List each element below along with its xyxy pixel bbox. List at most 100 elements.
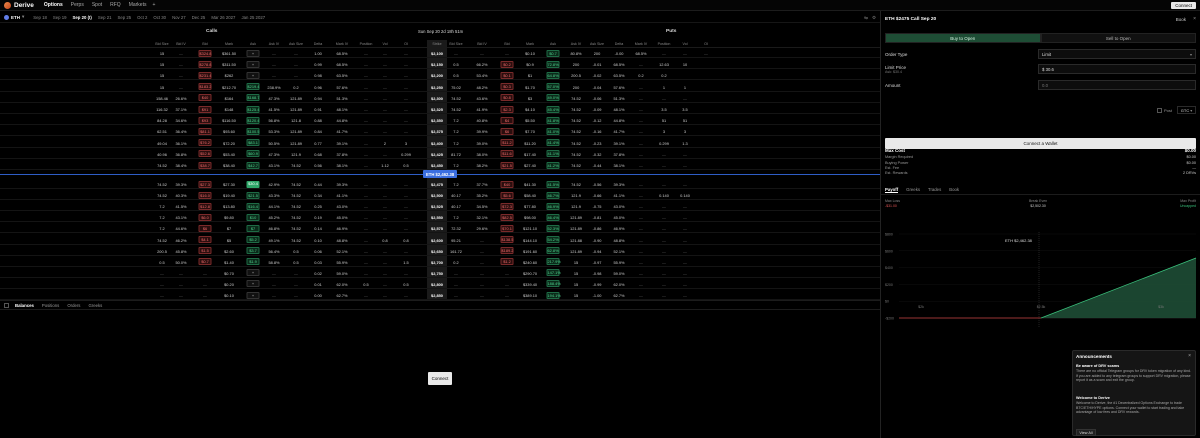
ask-cell[interactable]: $1.9 [246,258,260,266]
option-row[interactable]: 74.52 38.4% $38.7 $38.40 $42.7 43.1% 74.52 0.56… [0,160,880,170]
option-row[interactable]: 15— $183.2 $212.70 $219.4 238.9% 0.2 0.96 57.6%… [0,82,880,92]
option-row[interactable]: — — — $0.20 + — —0.01 62.0% 0.5—0.5 $2,800— — — $339… [0,279,880,289]
nav-markets[interactable]: Markets [129,2,147,8]
bid-cell[interactable]: $0.1 [500,71,514,79]
option-row[interactable]: 74.52 39.3% $27.3 $27.30 $30.4 42.9% 74.52 0.44… [0,179,880,189]
bid-cell[interactable]: $5.6 [500,191,514,199]
ask-cell[interactable]: $125.4 [246,105,260,113]
ask-cell[interactable]: $10 [246,213,260,221]
bid-cell[interactable]: $0.3 [500,83,514,91]
ask-cell[interactable]: $21.5 [246,191,260,199]
column-header[interactable]: Bid [192,42,218,46]
asset-selector[interactable]: ETH ▾ [4,14,24,20]
ask-cell[interactable]: $42.7 [246,161,260,169]
bid-cell[interactable]: $70.1 [500,224,514,232]
ask-cell[interactable]: 45.4% [546,105,560,113]
bid-cell[interactable]: $81.1 [198,127,212,135]
option-row[interactable]: — — — $0.10 + — —0.00 62.7% — — — $2,850— — — $389.10 1… [0,290,880,300]
option-row[interactable]: 49.04 36.1% $76.2 $72.20 $83.1 50.5% 121.89 0.7… [0,138,880,148]
swap-icon[interactable]: ⇆ [864,15,868,21]
tab-trades[interactable]: Trades [928,187,941,192]
ask-cell[interactable]: 147.1% [546,269,561,277]
ask-cell[interactable]: + [246,60,260,68]
nav-options[interactable]: Options [44,2,63,8]
bid-cell[interactable]: $2.3 [500,105,514,113]
bid-cell[interactable]: $72.3 [500,202,514,210]
bid-cell[interactable]: $231.4 [198,71,212,79]
connect-button[interactable]: Connect [1171,2,1196,9]
nav-spot[interactable]: Spot [92,2,102,8]
nav-perps[interactable]: Perps [71,2,84,8]
ask-cell[interactable]: 57.0% [546,83,560,91]
bid-cell[interactable]: $40 [198,94,212,102]
settings-icon[interactable]: ⚙ [872,15,876,21]
book-toggle[interactable]: Book [1176,17,1186,22]
expiry-date-tab[interactable]: Sep 20 (t) [73,15,92,20]
ask-cell[interactable]: 41.1% [546,150,560,158]
ask-cell[interactable]: 46.7% [546,191,560,199]
ask-cell[interactable]: 41.5% [546,180,560,188]
option-row[interactable]: 74.52 40.3% $16.0 $19.40 $21.5 43.3% 74.52 0.34… [0,190,880,201]
bid-cell[interactable]: $138.5 [500,236,514,243]
bid-cell[interactable]: $1.2 [500,258,514,266]
ask-cell[interactable]: 194.1% [546,291,561,299]
ask-cell[interactable]: 46.9% [546,202,560,210]
ask-cell[interactable]: 62.8% [546,247,560,255]
bid-cell[interactable]: $4 [500,116,514,124]
option-row[interactable]: 15— $231.4 $262 + — —0.98 63.5% — — — $2,200 0.5 53.… [0,70,880,81]
time-in-force-select[interactable]: GTC ▾ [1177,106,1196,114]
ask-cell[interactable]: 46.4% [546,213,560,221]
expiry-date-tab[interactable]: Oct 2 [137,15,147,20]
ask-cell[interactable]: $219.4 [246,83,260,91]
ask-cell[interactable]: 64.8% [546,71,560,79]
post-only-toggle[interactable]: Post [1157,108,1172,113]
bid-cell[interactable]: $82.5 [500,213,514,221]
ask-cell[interactable]: 72.8% [546,60,560,68]
ask-cell[interactable]: 41.4% [546,139,560,147]
ask-cell[interactable]: 41.2% [546,161,560,169]
close-icon[interactable]: × [1193,16,1196,22]
ask-cell[interactable]: 41.8% [546,116,560,124]
column-header[interactable]: Mark [216,42,242,46]
ask-cell[interactable]: $5.2 [246,236,260,243]
option-row[interactable]: 116.32 37.1% $91 $148 $125.4 41.5% 121.89 0.91 4… [0,104,880,114]
option-row[interactable]: 15— $278.8 $311.50 + — —0.99 68.5% — — — $2,150 0.5… [0,59,880,70]
bid-cell[interactable]: — [192,282,218,287]
option-row[interactable]: 158.46 26.6% $40 $164 $168.7 47.3% 121.89 0.94 5… [0,93,880,103]
bid-cell[interactable]: $4.1 [198,236,212,243]
sell-to-open-button[interactable]: Sell to Open [1040,33,1196,43]
bid-cell[interactable]: $12.8 [198,202,212,210]
ask-cell[interactable]: + [246,49,260,57]
ask-cell[interactable]: $83.1 [246,139,260,147]
buy-to-open-button[interactable]: Buy to Open [885,33,1041,43]
column-header[interactable]: OI [693,42,719,46]
ask-cell[interactable]: 52.3% [546,224,560,232]
ask-cell[interactable]: $0.7 [546,49,560,57]
option-row[interactable]: 40.96 36.8% $52.6 $53.40 $60.9 47.3% 121.9 0.68… [0,149,880,159]
option-row[interactable]: 74.52 46.2% $4.1 $5 $5.2 49.1% 74.52 0.10 48.8% —… [0,235,880,245]
column-header[interactable]: Bid Size [443,42,469,46]
ask-cell[interactable]: $16.4 [246,202,260,210]
bid-cell[interactable]: $16.0 [198,191,212,199]
bid-cell[interactable]: — [192,293,218,298]
column-header[interactable]: OI [393,42,419,46]
nav-rfq[interactable]: RFQ [110,2,121,8]
ask-cell[interactable]: $120.4 [246,116,260,124]
ask-cell[interactable]: 41.0% [546,127,560,135]
ask-cell[interactable]: 217.9% [546,258,561,266]
expiry-date-tab[interactable]: Mar 26 2027 [211,15,235,20]
bid-cell[interactable]: $0.2 [500,60,514,68]
bid-cell[interactable]: $21.5 [500,161,514,169]
tab-balances[interactable]: Balances [15,303,34,308]
bid-cell[interactable]: $11.2 [500,139,514,147]
bid-cell[interactable]: $52.6 [198,150,212,158]
limit-price-input[interactable]: $ 30.6 [1038,64,1196,74]
expiry-date-tab[interactable]: Sep 18 [33,15,47,20]
ask-cell[interactable]: 54.2% [546,236,560,243]
ask-cell[interactable]: 188.4% [546,280,561,288]
ask-cell[interactable]: $100.5 [246,127,260,135]
bid-cell[interactable]: $278.8 [198,60,212,68]
ask-cell[interactable]: $7 [246,224,260,232]
ask-cell[interactable]: 49.0% [546,94,560,102]
expiry-date-tab[interactable]: Sep 25 [117,15,131,20]
